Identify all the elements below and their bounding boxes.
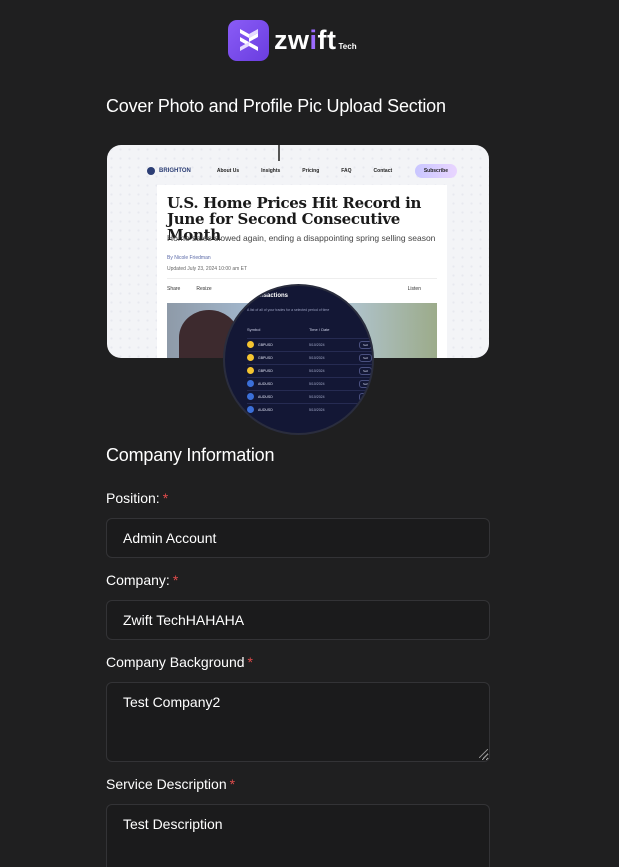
row-action: Sell xyxy=(359,340,372,349)
row-action: Sell xyxy=(359,366,372,375)
row-date: 5/10/2024 xyxy=(309,407,325,412)
profile-table-head: Symbol Time / Date xyxy=(247,327,372,332)
row-date: 5/10/2024 xyxy=(309,381,325,386)
table-row: GBPUSD 5/10/2024 Sell xyxy=(247,338,372,350)
cover-brand-icon xyxy=(147,167,155,175)
company-label: Company: * xyxy=(106,572,178,588)
row-symbol: AUDUSD xyxy=(258,381,273,386)
row-symbol: GBPUSD xyxy=(258,342,273,347)
cover-nav-item: Contact xyxy=(373,168,393,174)
service-description-label: Service Description * xyxy=(106,776,235,792)
zwift-tech-logo: zwift Tech xyxy=(228,19,357,61)
row-action: Sell xyxy=(359,392,372,401)
company-background-label-text: Company Background xyxy=(106,654,245,670)
profile-col-symbol: Symbol xyxy=(247,327,261,332)
table-row: GBPUSD 5/10/2024 Sell xyxy=(247,364,372,376)
row-symbol: AUDUSD xyxy=(258,394,273,399)
cover-nav-item: FAQ xyxy=(341,168,352,174)
cover-nav-item: Pricing xyxy=(302,168,320,174)
service-description-label-text: Service Description xyxy=(106,776,227,792)
required-mark: * xyxy=(172,572,179,588)
currency-icon xyxy=(247,367,254,374)
row-action: Sell xyxy=(359,405,372,414)
row-symbol: GBPUSD xyxy=(258,368,273,373)
row-date: 5/10/2024 xyxy=(309,355,325,360)
cover-nav-cta: Subscribe xyxy=(414,164,457,178)
position-label: Position: * xyxy=(106,490,168,506)
cover-nav: BRIGHTON About Us Insights Pricing FAQ C… xyxy=(147,163,457,179)
service-description-textarea[interactable]: Test Description xyxy=(106,804,490,867)
company-section-title: Company Information xyxy=(106,445,275,465)
currency-icon xyxy=(247,393,254,400)
table-row: AUDUSD 5/10/2024 Sell xyxy=(247,377,372,389)
required-mark: * xyxy=(247,654,253,670)
row-symbol: AUDUSD xyxy=(258,407,273,412)
cover-subhead: Home sales slowed again, ending a disapp… xyxy=(167,233,436,243)
cover-resize: Resize xyxy=(196,285,212,292)
cover-nav-item: About Us xyxy=(216,168,240,174)
zwift-wordmark: zwift xyxy=(274,24,337,55)
table-row: AUDUSD 5/10/2024 Sell xyxy=(247,403,372,415)
currency-icon xyxy=(247,406,254,413)
currency-icon xyxy=(247,341,254,348)
row-symbol: GBPUSD xyxy=(258,355,273,360)
position-input[interactable] xyxy=(106,518,490,558)
currency-icon xyxy=(247,380,254,387)
row-date: 5/10/2024 xyxy=(309,394,325,399)
cover-divider xyxy=(278,145,280,161)
cover-brand-text: BRIGHTON xyxy=(159,168,191,174)
profile-edit-page: zwift Tech Cover Photo and Profile Pic U… xyxy=(0,0,619,867)
upload-section-title: Cover Photo and Profile Pic Upload Secti… xyxy=(106,96,446,116)
row-action: Sell xyxy=(359,353,372,362)
cover-share: Share xyxy=(167,285,181,292)
company-label-text: Company: xyxy=(106,572,170,588)
row-action: Sell xyxy=(359,379,372,388)
company-background-textarea[interactable]: Test Company2 xyxy=(106,682,490,762)
position-label-text: Position: xyxy=(106,490,160,506)
cover-listen: Listen xyxy=(407,285,421,292)
zwift-tech-suffix: Tech xyxy=(338,41,357,51)
required-mark: * xyxy=(162,490,169,506)
table-row: AUDUSD 5/10/2024 Sell xyxy=(247,390,372,402)
company-input[interactable] xyxy=(106,600,490,640)
profile-col-time: Time / Date xyxy=(309,327,330,332)
cover-date: Updated July 23, 2024 10:00 am ET xyxy=(167,266,248,272)
required-mark: * xyxy=(229,776,236,792)
profile-pic-upload[interactable]: Transactions A list of all of your trade… xyxy=(223,284,374,435)
table-row: GBPUSD 5/10/2024 Sell xyxy=(247,351,372,363)
row-date: 5/10/2024 xyxy=(309,342,325,347)
profile-subtitle: A list of all of your trades for a selec… xyxy=(247,308,330,312)
row-date: 5/10/2024 xyxy=(309,368,325,373)
zwift-logo-mark-icon xyxy=(228,19,269,61)
company-background-label: Company Background * xyxy=(106,654,253,670)
cover-nav-item: Insights xyxy=(261,168,281,174)
currency-icon xyxy=(247,354,254,361)
cover-byline: By Nicole Friedman xyxy=(167,255,211,261)
profile-title: Transactions xyxy=(251,293,289,299)
